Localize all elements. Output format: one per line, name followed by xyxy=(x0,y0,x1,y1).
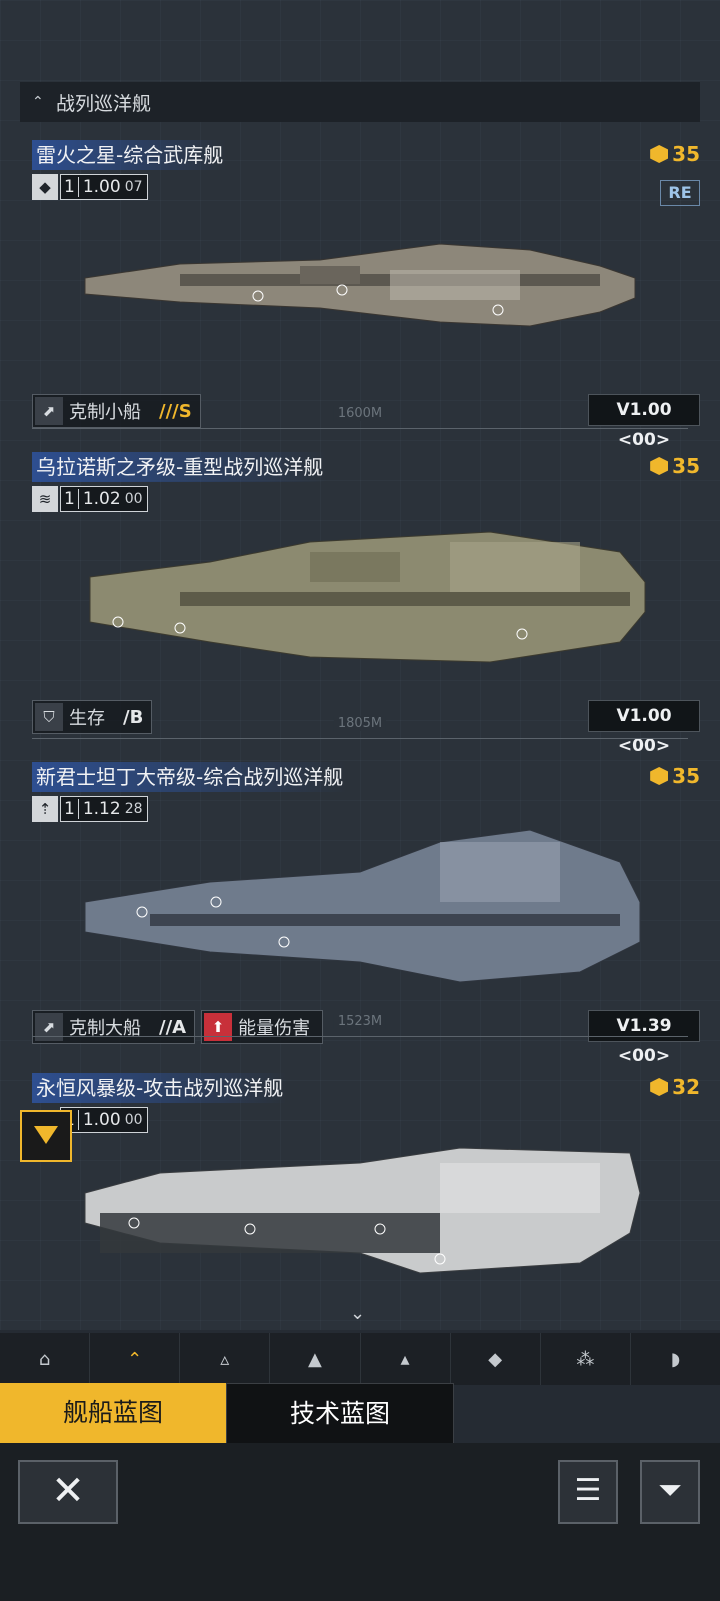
version-info: ◆ 1 1.00 07 xyxy=(32,174,148,200)
battlecruiser-icon[interactable]: ⌃ xyxy=(90,1333,181,1385)
close-icon: ✕ xyxy=(51,1468,85,1514)
cost: 35 xyxy=(650,764,700,788)
scroll-down-icon[interactable]: ⌄ xyxy=(350,1303,365,1324)
cost-icon xyxy=(650,1078,669,1096)
weapon-type-icon: ⇡ xyxy=(32,796,58,822)
ship-card[interactable]: 雷火之星-综合武库舰 35 ◆ 1 1.00 07 RE ⬈ 克制小船 ///S V… xyxy=(0,140,720,450)
category-header: ⌃ 战列巡洋舰 xyxy=(20,82,700,122)
list-icon: ☰ xyxy=(574,1473,602,1508)
category-title: 战列巡洋舰 xyxy=(56,92,152,115)
cost: 35 xyxy=(650,454,700,478)
ship-image xyxy=(84,1147,641,1274)
list-button[interactable]: ☰ xyxy=(558,1460,618,1524)
version-info: ≋ 1 1.02 00 xyxy=(32,486,148,512)
tab-ship-blueprint[interactable]: 舰船蓝图 xyxy=(0,1383,226,1443)
filter-button[interactable]: ⏷ xyxy=(640,1460,700,1524)
cost-icon xyxy=(650,767,669,785)
tab-tech-blueprint[interactable]: 技术蓝图 xyxy=(226,1383,454,1445)
filter-icon: ⏷ xyxy=(658,1473,682,1508)
distance-ruler: 1600M xyxy=(32,406,688,429)
shield-icon: ⛉ xyxy=(35,703,63,731)
ship-card[interactable]: 永恒风暴级-攻击战列巡洋舰 32 • 11.0000 xyxy=(0,1073,720,1303)
chevron-up-icon: ⌃ xyxy=(32,94,44,110)
frigate-icon[interactable]: ▵ xyxy=(180,1333,271,1385)
weapon-type-icon: ≋ xyxy=(32,486,58,512)
ship-name: 雷火之星-综合武库舰 xyxy=(32,140,228,170)
ship-name: 永恒风暴级-攻击战列巡洋舰 xyxy=(32,1073,288,1103)
station-icon[interactable]: ◗ xyxy=(631,1333,720,1385)
ship-card[interactable]: 新君士坦丁大帝级-综合战列巡洋舰 35 ⇡ 1 1.12 28 ⬈ 克制大船 //A… xyxy=(0,762,720,1072)
ship-type-filter-bar: ⌂ ⌃ ▵ ▲ ▴ ◆ ⁂ ◗ xyxy=(0,1333,720,1385)
ship-name: 乌拉诺斯之矛级-重型战列巡洋舰 xyxy=(32,452,328,482)
all-icon[interactable]: ⌂ xyxy=(0,1333,91,1385)
ship-card[interactable]: 乌拉诺斯之矛级-重型战列巡洋舰 35 ≋ 1 1.02 00 ⛉ 生存 /B V1.… xyxy=(0,452,720,762)
commander-dial-button[interactable] xyxy=(20,1110,72,1162)
carrier-icon[interactable]: ◆ xyxy=(451,1333,541,1385)
ship-image xyxy=(84,243,636,327)
version-info: ⇡ 1 1.12 28 xyxy=(32,796,148,822)
weapon-type-icon: ◆ xyxy=(32,174,58,200)
auxiliary-icon[interactable]: ⁂ xyxy=(541,1333,631,1385)
ship-image xyxy=(84,829,641,983)
distance-ruler: 1523M xyxy=(32,1014,688,1037)
cruiser-icon[interactable]: ▴ xyxy=(361,1333,451,1385)
cost: 35 xyxy=(650,142,700,166)
ship-name: 新君士坦丁大帝级-综合战列巡洋舰 xyxy=(32,762,348,792)
re-badge: RE xyxy=(660,180,700,206)
cost-icon xyxy=(650,145,669,163)
ship-image xyxy=(89,531,646,663)
cost-icon xyxy=(650,457,669,475)
destroyer-icon[interactable]: ▲ xyxy=(270,1333,361,1385)
distance-ruler: 1805M xyxy=(32,716,688,739)
close-button[interactable]: ✕ xyxy=(18,1460,118,1524)
cost: 32 xyxy=(650,1075,700,1099)
